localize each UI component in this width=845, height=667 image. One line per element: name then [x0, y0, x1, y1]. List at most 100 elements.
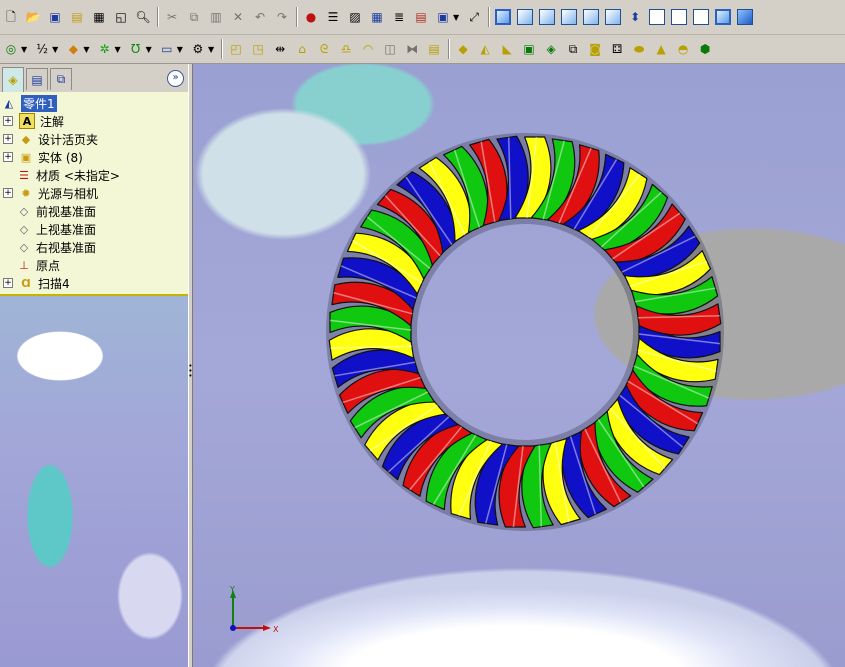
cylinder-icon[interactable]: ⬬	[630, 40, 648, 58]
separator	[296, 7, 297, 27]
back-view-icon[interactable]	[517, 9, 534, 25]
extrude-icon[interactable]: ◆	[64, 40, 82, 58]
collapse-panel-button[interactable]: »	[167, 70, 184, 87]
sketch-icon[interactable]: ◎	[2, 40, 20, 58]
draft-icon[interactable]: ⌂	[293, 40, 311, 58]
options-icon[interactable]: ☰	[324, 8, 342, 26]
dome-icon[interactable]: ◠	[359, 40, 377, 58]
dome-feature-icon[interactable]: ◓	[674, 40, 692, 58]
normal-to-icon[interactable]: ⬍	[626, 8, 644, 26]
tab-feature-manager[interactable]: ◈	[2, 67, 24, 92]
loft-feature-icon[interactable]: ♎	[337, 40, 355, 58]
fit-icon[interactable]: ⤢	[465, 8, 483, 26]
list-icon[interactable]: ≣	[390, 8, 408, 26]
expand-icon[interactable]: +	[3, 116, 13, 126]
right-view-icon[interactable]	[561, 9, 578, 25]
chamfer-icon[interactable]: ◰	[227, 40, 245, 58]
shaded-view-icon[interactable]	[715, 9, 732, 25]
chevron-down-icon[interactable]: ▼	[52, 45, 58, 54]
part-icon: ◭	[4, 96, 14, 110]
open-folder-icon[interactable]: ▤	[68, 8, 86, 26]
coordinate-triad: Y X	[229, 585, 279, 634]
save-icon[interactable]: ▣	[46, 8, 64, 26]
dimetric-view-icon[interactable]	[693, 9, 710, 25]
combine-icon[interactable]: ◈	[542, 40, 560, 58]
grid-icon[interactable]: ▦	[368, 8, 386, 26]
viewport-icon[interactable]: ▣	[434, 8, 452, 26]
isometric-view-icon[interactable]	[649, 9, 666, 25]
smart-dimension-icon[interactable]: ½	[33, 40, 51, 58]
boss-icon[interactable]: ◭	[476, 40, 494, 58]
tree-item-annotations[interactable]: + A 注解	[0, 112, 64, 130]
tree-item-right-plane[interactable]: ◇ 右视基准面	[0, 238, 96, 256]
rib-icon[interactable]: ⇹	[271, 40, 289, 58]
hole-icon[interactable]: ᘓ	[315, 40, 333, 58]
tree-item-root[interactable]: ◭ 零件1	[0, 94, 57, 112]
chevron-down-icon[interactable]: ▼	[83, 45, 89, 54]
expand-icon[interactable]: +	[3, 188, 13, 198]
chevron-down-icon[interactable]: ▼	[146, 45, 152, 54]
chevron-down-icon[interactable]: ▼	[21, 45, 27, 54]
left-view-icon[interactable]	[539, 9, 556, 25]
plane-icon: ◇	[19, 204, 29, 218]
front-view-icon[interactable]	[495, 9, 512, 25]
x-arrow-head	[263, 625, 271, 631]
copy-icon[interactable]: ⧉	[185, 8, 203, 26]
graphics-area[interactable]: Y X	[193, 64, 845, 667]
helix-icon[interactable]: ⚃	[608, 40, 626, 58]
chevron-down-icon[interactable]: ▼	[177, 45, 183, 54]
tree-item-front-plane[interactable]: ◇ 前视基准面	[0, 202, 96, 220]
layers-icon[interactable]: ▨	[346, 8, 364, 26]
bottom-view-icon[interactable]	[605, 9, 622, 25]
split-icon[interactable]: ⧉	[564, 40, 582, 58]
tree-item-material[interactable]: ☰ 材质 <未指定>	[0, 166, 120, 184]
wrap-icon[interactable]: ▤	[425, 40, 443, 58]
shaded-edges-view-icon[interactable]	[737, 9, 754, 25]
tab-property-manager[interactable]: ▤	[26, 68, 48, 90]
expand-icon[interactable]: +	[3, 152, 13, 162]
chevron-down-icon[interactable]: ▼	[114, 45, 120, 54]
loft-icon[interactable]: ▭	[158, 40, 176, 58]
mirror-icon[interactable]: ◫	[381, 40, 399, 58]
brick-icon[interactable]: ▤	[412, 8, 430, 26]
x-axis-label: X	[273, 625, 279, 634]
revolve-icon[interactable]: ✲	[95, 40, 113, 58]
tree-item-lights-cameras[interactable]: + ✹ 光源与相机	[0, 184, 98, 202]
tree-item-sweep4[interactable]: + Ɑ 扫描4	[0, 274, 70, 292]
paste-icon[interactable]: ▥	[207, 8, 225, 26]
shell-icon[interactable]: ◳	[249, 40, 267, 58]
cone-icon[interactable]: ▲	[652, 40, 670, 58]
tree-item-origin[interactable]: ⊥ 原点	[0, 256, 60, 274]
fillet-icon[interactable]: ⚙	[189, 40, 207, 58]
cut-extrude-icon[interactable]: ◣	[498, 40, 516, 58]
separator	[221, 39, 223, 59]
thread-icon[interactable]: ◙	[586, 40, 604, 58]
undo-icon[interactable]: ↶	[251, 8, 269, 26]
trimetric-view-icon[interactable]	[671, 9, 688, 25]
top-view-icon[interactable]	[583, 9, 600, 25]
cavity-icon[interactable]: ▣	[520, 40, 538, 58]
chevron-down-icon[interactable]: ▼	[453, 13, 459, 22]
new-icon[interactable]: 🗋	[2, 8, 20, 26]
rebuild-icon[interactable]: ●	[302, 8, 320, 26]
tree-item-design-binder[interactable]: + ◆ 设计活页夹	[0, 130, 98, 148]
cut-icon[interactable]: ✂	[163, 8, 181, 26]
expand-icon[interactable]: +	[3, 134, 13, 144]
chevron-down-icon[interactable]: ▼	[208, 45, 214, 54]
print-preview-icon[interactable]: ◱	[112, 8, 130, 26]
print-icon[interactable]: ▦	[90, 8, 108, 26]
tree-item-top-plane[interactable]: ◇ 上视基准面	[0, 220, 96, 238]
expand-icon[interactable]: +	[3, 278, 13, 288]
delete-icon[interactable]: ✕	[229, 8, 247, 26]
tab-configuration-manager[interactable]: ⧉	[50, 68, 72, 90]
tree-item-label: 零件1	[21, 94, 57, 112]
sweep-icon[interactable]: Ʊ	[127, 40, 145, 58]
solid-icon[interactable]: ◆	[454, 40, 472, 58]
tree-item-solid-bodies[interactable]: + ▣ 实体 (8)	[0, 148, 83, 166]
pattern-icon[interactable]: ⧓	[403, 40, 421, 58]
torus-spring-model[interactable]	[193, 64, 845, 667]
redo-icon[interactable]: ↷	[273, 8, 291, 26]
spring-icon[interactable]: ⬢	[696, 40, 714, 58]
open-icon[interactable]: 📂	[24, 8, 42, 26]
zoom-icon[interactable]: 🔍︎	[134, 8, 152, 26]
